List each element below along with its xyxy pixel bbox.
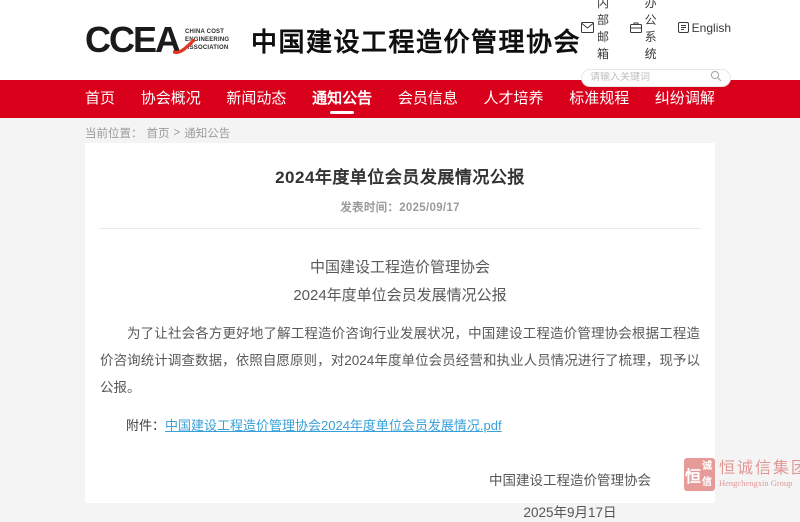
title-divider [99, 228, 701, 229]
watermark-name: 恒诚信集团 [719, 460, 800, 478]
briefcase-icon [630, 22, 642, 33]
watermark-name-en: Hengchengxin Group [719, 479, 800, 489]
header-utilities: 内部邮箱 办公系统 English [581, 0, 731, 87]
doc-heading-org: 中国建设工程造价管理协会 [85, 254, 715, 282]
nav-item-members[interactable]: 会员信息 [398, 80, 458, 118]
quick-link-label: 内部邮箱 [597, 0, 615, 62]
publish-date: 2025/09/17 [399, 202, 460, 214]
quick-links: 内部邮箱 办公系统 English [581, 0, 731, 62]
internal-mail-link[interactable]: 内部邮箱 [581, 0, 615, 62]
nav-item-standards[interactable]: 标准规程 [569, 80, 629, 118]
logo-swoosh-icon [173, 39, 195, 55]
breadcrumb-separator: > [174, 127, 181, 139]
doc-paragraph: 为了让社会各方更好地了解工程造价咨询行业发展状况，中国建设工程造价管理协会根据工… [100, 320, 700, 401]
breadcrumb: 当前位置： 首页 > 通知公告 [85, 118, 715, 141]
publish-label: 发表时间： [340, 202, 399, 214]
mail-icon [581, 22, 594, 33]
nav-item-training[interactable]: 人才培养 [484, 80, 544, 118]
site-title: 中国建设工程造价管理协会 [251, 22, 581, 59]
breadcrumb-home-link[interactable]: 首页 [147, 125, 170, 141]
nav-item-news[interactable]: 新闻动态 [226, 80, 286, 118]
office-system-link[interactable]: 办公系统 [630, 0, 663, 62]
nav-item-home[interactable]: 首页 [85, 80, 115, 118]
site-header: CCEA CHINA COST ENGINEERING ASSOCIATION … [0, 0, 800, 80]
signature-date: 2025年9月17日 [489, 501, 651, 521]
quick-link-label: English [692, 21, 731, 35]
main-nav: 首页 协会概况 新闻动态 通知公告 会员信息 人才培养 标准规程 纠纷调解 [0, 80, 800, 118]
ccea-logo: CCEA CHINA COST ENGINEERING ASSOCIATION [85, 22, 243, 58]
attachment-pdf-link[interactable]: 中国建设工程造价管理协会2024年度单位会员发展情况.pdf [165, 418, 502, 433]
logo-acronym: CCEA [85, 22, 179, 58]
english-link[interactable]: English [678, 21, 731, 35]
breadcrumb-current-link[interactable]: 通知公告 [184, 125, 230, 141]
nav-item-mediation[interactable]: 纠纷调解 [655, 80, 715, 118]
quick-link-label: 办公系统 [645, 0, 663, 62]
article-card: 2024年度单位会员发展情况公报 发表时间：2025/09/17 中国建设工程造… [85, 143, 715, 503]
attachment-line: 附件：中国建设工程造价管理协会2024年度单位会员发展情况.pdf [100, 415, 700, 437]
brand[interactable]: CCEA CHINA COST ENGINEERING ASSOCIATION … [85, 22, 581, 59]
book-icon [678, 22, 689, 33]
publish-line: 发表时间：2025/09/17 [85, 199, 715, 215]
breadcrumb-prefix: 当前位置： [85, 125, 143, 141]
nav-item-about[interactable]: 协会概况 [141, 80, 201, 118]
nav-item-notices[interactable]: 通知公告 [312, 80, 372, 118]
watermark-text: 恒诚信集团 Hengchengxin Group [719, 460, 800, 488]
signature: 中国建设工程造价管理协会 2025年9月17日 [85, 469, 715, 522]
signature-org: 中国建设工程造价管理协会 [489, 469, 651, 489]
breadcrumb-bar: 当前位置： 首页 > 通知公告 [0, 118, 800, 143]
attachment-label: 附件： [126, 418, 165, 433]
doc-heading-title: 2024年度单位会员发展情况公报 [85, 282, 715, 310]
article-title: 2024年度单位会员发展情况公报 [85, 143, 715, 188]
